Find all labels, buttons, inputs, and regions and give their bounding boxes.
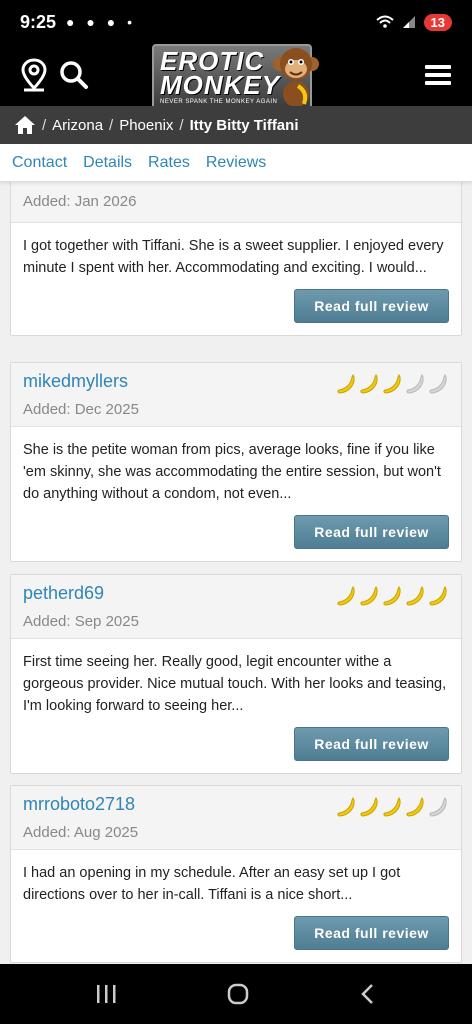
breadcrumb-separator: / — [179, 116, 184, 134]
review-body: I got together with Tiffani. She is a sw… — [11, 223, 461, 335]
review-header: mikedmyllers Added: Dec 2025 — [11, 363, 461, 427]
review-body: She is the petite woman from pics, avera… — [11, 427, 461, 561]
banana-rating — [336, 796, 449, 818]
tab-rates[interactable]: Rates — [148, 154, 190, 172]
status-time: 9:25 — [20, 11, 57, 32]
review-text: First time seeing her. Really good, legi… — [23, 654, 447, 714]
read-full-review-button[interactable]: Read full review — [294, 727, 449, 761]
review-date: Added: Dec 2025 — [23, 401, 139, 418]
monkey-mascot-icon — [273, 48, 319, 107]
profile-tabs: Contact Details Rates Reviews — [0, 144, 472, 182]
banana-icon — [429, 585, 447, 606]
banana-rating — [336, 585, 449, 607]
site-logo[interactable]: EROTIC MONKEY NEVER SPANK THE MONKEY AGA… — [152, 44, 319, 110]
home-button-icon[interactable] — [226, 982, 250, 1006]
review-body: I had an opening in my schedule. After a… — [11, 850, 461, 962]
logo-line2: MONKEY — [160, 70, 281, 100]
review-date: Added: Sep 2025 — [23, 613, 139, 630]
breadcrumb-current: Itty Bitty Tiffani — [189, 116, 299, 134]
banana-icon — [383, 796, 401, 817]
banana-icon — [360, 373, 378, 394]
location-icon[interactable] — [14, 55, 54, 95]
status-bar: 9:25 ● ● ● • 13 — [0, 0, 472, 44]
read-full-review-button[interactable]: Read full review — [294, 515, 449, 549]
logo-tagline: NEVER SPANK THE MONKEY AGAIN — [160, 99, 278, 105]
home-icon[interactable] — [14, 115, 36, 135]
back-icon[interactable] — [358, 982, 378, 1006]
banana-empty-icon — [406, 373, 424, 394]
wifi-icon — [375, 15, 394, 28]
review-header: petherd69 Added: Sep 2025 — [11, 575, 461, 639]
breadcrumb: / Arizona / Phoenix / Itty Bitty Tiffani — [0, 106, 472, 144]
banana-empty-icon — [429, 796, 447, 817]
search-icon[interactable] — [54, 55, 94, 95]
review-card: mrroboto2718 Added: Aug 2025 I had an op… — [10, 785, 462, 963]
read-full-review-button[interactable]: Read full review — [294, 289, 449, 323]
review-card: Added: Jan 2026 I got together with Tiff… — [10, 182, 462, 336]
review-card: petherd69 Added: Sep 2025 First time see… — [10, 574, 462, 774]
banana-empty-icon — [429, 373, 447, 394]
site-header: EROTIC MONKEY NEVER SPANK THE MONKEY AGA… — [0, 44, 472, 110]
breadcrumb-arizona[interactable]: Arizona — [52, 117, 103, 134]
banana-rating — [336, 373, 449, 395]
banana-icon — [337, 796, 355, 817]
banana-icon — [360, 585, 378, 606]
banana-icon — [360, 796, 378, 817]
banana-icon — [337, 585, 355, 606]
review-text: I had an opening in my schedule. After a… — [23, 865, 401, 903]
status-right: 13 — [375, 13, 452, 31]
tab-reviews[interactable]: Reviews — [206, 154, 266, 172]
android-nav-bar — [0, 964, 472, 1024]
review-date: Added: Jan 2026 — [23, 193, 137, 210]
breadcrumb-phoenix[interactable]: Phoenix — [119, 117, 173, 134]
notification-icons: ● ● ● • — [66, 14, 136, 30]
banana-icon — [406, 585, 424, 606]
review-card: mikedmyllers Added: Dec 2025 She is the … — [10, 362, 462, 562]
review-header: mrroboto2718 Added: Aug 2025 — [11, 786, 461, 850]
review-text: She is the petite woman from pics, avera… — [23, 442, 441, 502]
signal-icon — [402, 16, 415, 28]
recent-apps-icon[interactable] — [94, 983, 118, 1005]
breadcrumb-separator: / — [109, 116, 114, 134]
hamburger-menu-icon[interactable] — [418, 55, 458, 95]
breadcrumb-separator: / — [42, 116, 47, 134]
review-date: Added: Aug 2025 — [23, 824, 139, 841]
tab-details[interactable]: Details — [83, 154, 132, 172]
banana-icon — [337, 373, 355, 394]
review-header: Added: Jan 2026 — [11, 182, 461, 223]
review-text: I got together with Tiffani. She is a sw… — [23, 238, 444, 276]
tab-contact[interactable]: Contact — [12, 154, 67, 172]
review-body: First time seeing her. Really good, legi… — [11, 639, 461, 773]
battery-indicator: 13 — [423, 13, 452, 31]
read-full-review-button[interactable]: Read full review — [294, 916, 449, 950]
reviews-list[interactable]: Added: Jan 2026 I got together with Tiff… — [0, 182, 472, 964]
banana-icon — [406, 796, 424, 817]
banana-icon — [383, 585, 401, 606]
banana-icon — [383, 373, 401, 394]
